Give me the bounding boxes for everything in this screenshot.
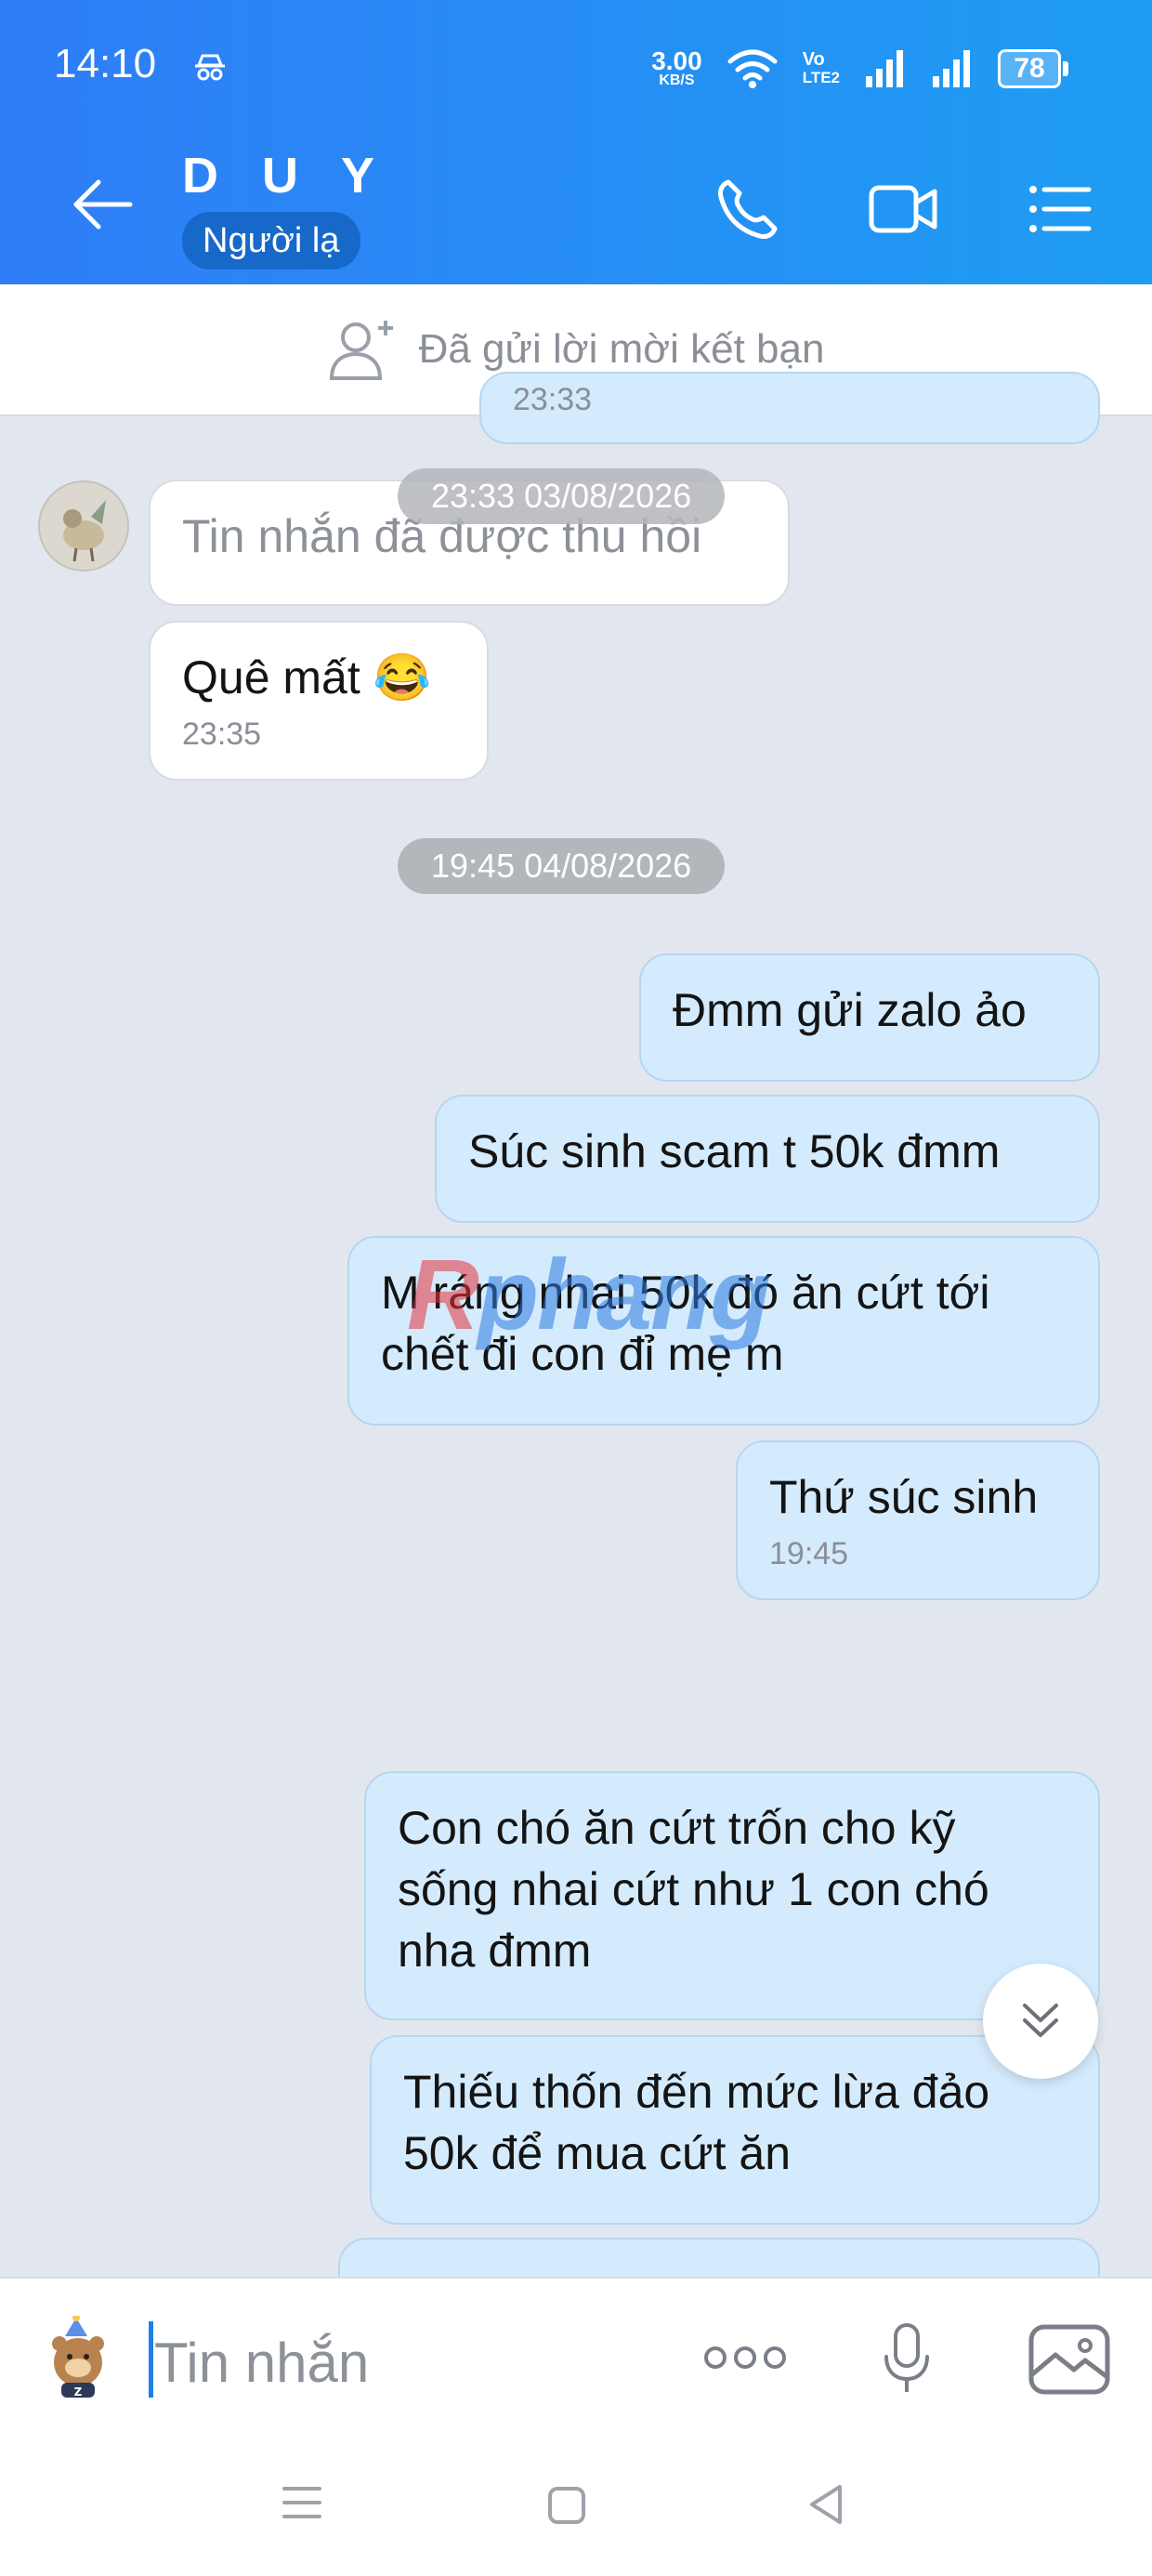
video-call-icon[interactable] xyxy=(868,182,938,236)
signal-icon xyxy=(933,50,970,87)
message-text: Quê mất 😂 xyxy=(182,651,431,703)
partial-message-bubble[interactable]: 23:33 xyxy=(479,372,1100,444)
message-time: 19:45 xyxy=(769,1536,849,1571)
outgoing-message-bubble[interactable]: Thiếu thốn đến mức lừa đảo 50k để mua cứ… xyxy=(370,2035,1100,2225)
message-text: Đmm gửi zalo ảo xyxy=(673,984,1027,1036)
svg-text:Z: Z xyxy=(74,2385,83,2399)
chat-header: 14:10 3.00 KB/S Vo LTE2 78 D U Y Người l… xyxy=(0,0,1152,284)
phone-icon[interactable] xyxy=(715,177,780,242)
outgoing-message-bubble[interactable]: Con chó ăn cứt trốn cho kỹ sống nhai cứt… xyxy=(364,1771,1100,2020)
double-chevron-down-icon xyxy=(1023,2004,1058,2037)
volte-indicator: Vo LTE2 xyxy=(803,50,840,87)
scroll-down-button[interactable] xyxy=(983,1964,1098,2079)
sticker-icon[interactable]: Z xyxy=(39,2316,117,2399)
message-text-line: Con chó ăn cứt trốn cho kỹ xyxy=(398,1802,956,1854)
contact-name[interactable]: D U Y xyxy=(182,147,389,204)
avatar[interactable] xyxy=(37,480,130,572)
status-time: 14:10 xyxy=(54,41,157,86)
message-text: Súc sinh scam t 50k đmm xyxy=(468,1125,1001,1177)
back-arrow-icon[interactable] xyxy=(71,177,136,232)
wifi-icon xyxy=(727,49,778,88)
signal-icon xyxy=(866,50,903,87)
battery-level: 78 xyxy=(998,49,1061,88)
microphone-icon[interactable] xyxy=(881,2321,933,2396)
message-time: 23:35 xyxy=(182,716,262,752)
add-user-icon xyxy=(329,321,393,380)
watermark-logo: Rphang xyxy=(407,1236,771,1352)
system-navigation-bar xyxy=(0,2435,1152,2576)
incognito-icon xyxy=(195,54,225,81)
nav-home-icon[interactable] xyxy=(546,2485,587,2526)
network-speed-unit: KB/S xyxy=(659,72,695,88)
stranger-badge: Người lạ xyxy=(182,212,360,269)
watermark-r: R xyxy=(407,1238,479,1350)
message-text-line: sống nhai cứt như 1 con chó xyxy=(398,1863,989,1915)
nav-back-icon[interactable] xyxy=(805,2481,845,2528)
network-speed: 3.00 KB/S xyxy=(651,46,702,88)
message-text-line: nha đmm xyxy=(398,1925,592,1977)
more-options-icon[interactable] xyxy=(702,2342,788,2373)
date-separator: 19:45 04/08/2026 xyxy=(398,838,726,894)
date-separator: 23:33 03/08/2026 xyxy=(398,468,726,524)
watermark-text: phang xyxy=(478,1238,771,1350)
message-text-line: Thiếu thốn đến mức lừa đảo xyxy=(403,2066,990,2118)
volte-label: Vo xyxy=(802,49,825,70)
status-indicators: 3.00 KB/S Vo LTE2 78 xyxy=(651,41,1068,97)
network-speed-value: 3.00 xyxy=(651,46,702,75)
outgoing-message-bubble[interactable]: Súc sinh scam t 50k đmm xyxy=(435,1095,1100,1223)
nav-recents-icon[interactable] xyxy=(281,2483,323,2522)
outgoing-message-bubble[interactable]: Đmm gửi zalo ảo xyxy=(639,953,1100,1082)
outgoing-message-bubble[interactable]: Thứ súc sinh 19:45 xyxy=(736,1440,1100,1600)
message-text: Thứ súc sinh xyxy=(769,1471,1039,1523)
image-icon[interactable] xyxy=(1028,2323,1111,2396)
list-menu-icon[interactable] xyxy=(1028,182,1093,236)
message-input[interactable]: Tin nhắn xyxy=(154,2331,369,2395)
text-caret xyxy=(149,2321,153,2398)
friend-request-text: Đã gửi lời mời kết bạn xyxy=(418,326,825,372)
message-input-bar: Z Tin nhắn xyxy=(0,2277,1152,2437)
message-time: 23:33 xyxy=(513,382,593,417)
message-text-line: 50k để mua cứt ăn xyxy=(403,2127,792,2179)
lte-label: LTE2 xyxy=(802,69,840,86)
battery-tip xyxy=(1063,61,1068,76)
incoming-message-bubble[interactable]: Quê mất 😂 23:35 xyxy=(149,621,489,781)
battery-indicator: 78 xyxy=(998,49,1068,88)
